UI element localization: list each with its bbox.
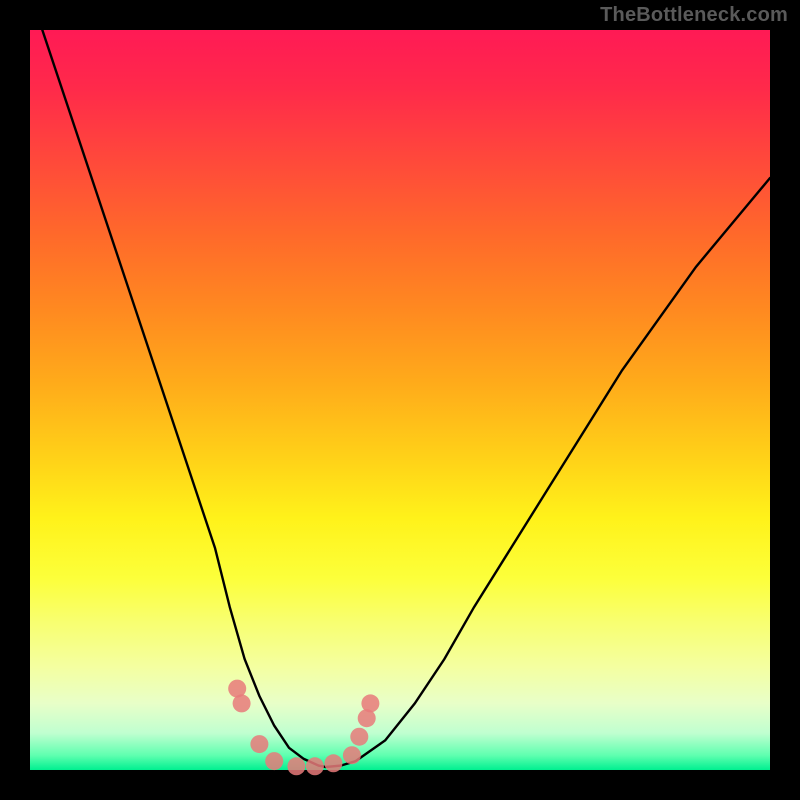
marker-dot (306, 757, 324, 775)
watermark-text: TheBottleneck.com (600, 4, 788, 27)
chart-frame: TheBottleneck.com (0, 0, 800, 800)
plot-area (30, 30, 770, 770)
chart-svg (30, 30, 770, 770)
bottleneck-curve (30, 0, 770, 767)
marker-dot (324, 754, 342, 772)
marker-dot (287, 757, 305, 775)
marker-group (228, 680, 379, 776)
marker-dot (350, 728, 368, 746)
marker-dot (250, 735, 268, 753)
marker-dot (265, 752, 283, 770)
marker-dot (233, 694, 251, 712)
marker-dot (343, 746, 361, 764)
marker-dot (361, 694, 379, 712)
